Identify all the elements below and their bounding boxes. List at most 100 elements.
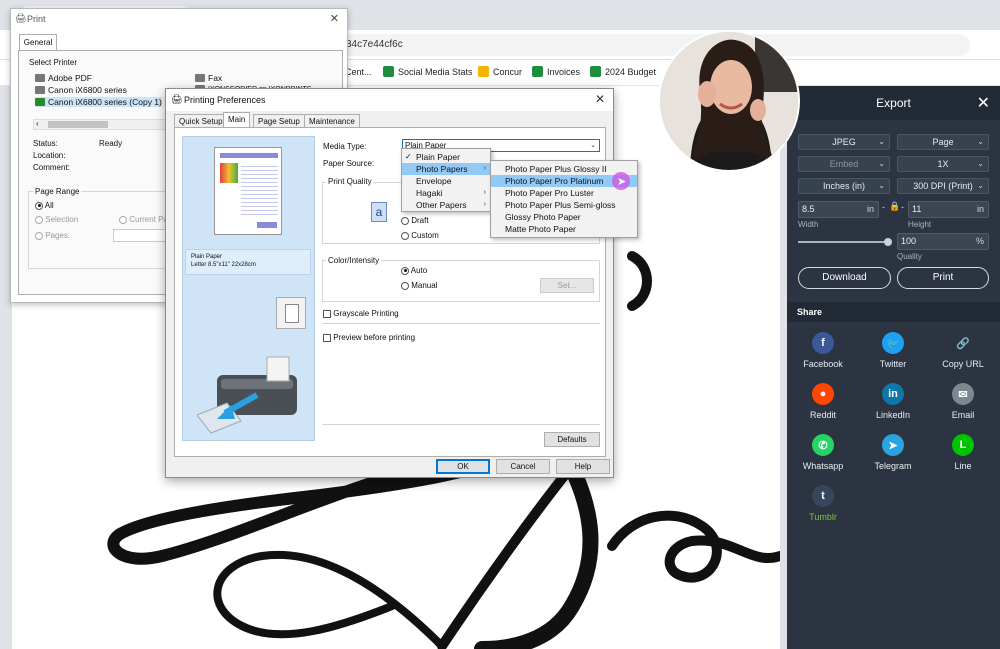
radio-button[interactable] — [401, 231, 409, 240]
share-tumblr-button[interactable]: t Tumblr — [793, 485, 853, 522]
tab-general[interactable]: General — [19, 34, 57, 51]
media-summary-type: Plain Paper — [191, 254, 223, 260]
color-manual-option[interactable]: Manual — [401, 281, 437, 290]
range-selection-option[interactable]: Selection — [35, 215, 78, 224]
pages-input[interactable] — [113, 229, 173, 242]
menu-item-envelope[interactable]: Envelope — [402, 175, 490, 187]
menu-item-hagaki[interactable]: Hagaki › — [402, 187, 490, 199]
divider — [322, 424, 600, 425]
quality-draft-option[interactable]: Draft — [401, 216, 429, 225]
radio-label: All — [44, 201, 54, 210]
checkbox[interactable] — [323, 333, 331, 342]
share-reddit-button[interactable]: ● Reddit — [793, 383, 853, 420]
submenu-item[interactable]: Matte Photo Paper — [491, 223, 637, 235]
close-icon[interactable]: ✕ — [595, 92, 605, 106]
close-icon[interactable]: ✕ — [330, 12, 339, 25]
set-button[interactable]: Set... — [540, 278, 594, 293]
share-whatsapp-button[interactable]: ✆ Whatsapp — [793, 434, 853, 471]
radio-button[interactable] — [35, 215, 43, 224]
lock-aspect-icon[interactable]: 🔒 — [889, 201, 900, 212]
height-input[interactable]: 11 in — [908, 201, 989, 218]
units-select[interactable]: Inches (in) ⌄ — [798, 178, 890, 194]
submenu-item-label: Photo Paper Pro Luster — [505, 188, 594, 198]
export-header: Export ✕ — [787, 86, 1000, 120]
preview-image — [220, 163, 238, 183]
defaults-button[interactable]: Defaults — [544, 432, 600, 447]
radio-button[interactable] — [35, 201, 43, 210]
submenu-item-label: Glossy Photo Paper — [505, 212, 581, 222]
print-button[interactable]: Print — [897, 267, 989, 289]
mouse-cursor-icon: ➤ — [617, 176, 627, 188]
share-email-button[interactable]: ✉ Email — [933, 383, 993, 420]
bookmark-item[interactable]: Invoices — [532, 66, 580, 77]
paper-icon — [285, 304, 299, 323]
dialog-titlebar: 🖨 Printing Preferences ✕ — [166, 89, 613, 111]
radio-button[interactable] — [35, 231, 43, 240]
tab-quick-setup[interactable]: Quick Setup — [174, 114, 228, 128]
address-bar[interactable]: 34c7e44cf6c — [330, 34, 970, 56]
print-dialog-title: Print — [27, 14, 46, 24]
link-icon: 🔗 — [952, 332, 974, 354]
preview-footer-bar — [257, 222, 277, 228]
share-twitter-button[interactable]: 🐦 Twitter — [863, 332, 923, 369]
bookmark-item[interactable]: Social Media Stats — [383, 66, 473, 77]
menu-item-plain-paper[interactable]: ✓ Plain Paper — [402, 151, 490, 163]
bookmark-label: Social Media Stats — [398, 66, 473, 77]
horizontal-scrollbar[interactable]: ‹ — [33, 119, 173, 130]
color-auto-option[interactable]: Auto — [401, 266, 427, 275]
printer-item-selected[interactable]: Canon iX6800 series (Copy 1) — [35, 97, 162, 107]
embed-select[interactable]: Embed ⌄ — [798, 156, 890, 172]
submenu-item[interactable]: Photo Paper Plus Semi-gloss — [491, 199, 637, 211]
tab-maintenance[interactable]: Maintenance — [304, 114, 360, 128]
format-select[interactable]: JPEG ⌄ — [798, 134, 890, 150]
menu-item-other-papers[interactable]: Other Papers › — [402, 199, 490, 211]
download-button[interactable]: Download — [798, 267, 891, 289]
share-telegram-button[interactable]: ➤ Telegram — [863, 434, 923, 471]
radio-button[interactable] — [401, 281, 409, 290]
share-linkedin-button[interactable]: in LinkedIn — [863, 383, 923, 420]
printer-item[interactable]: Adobe PDF — [35, 73, 92, 83]
close-icon[interactable]: ✕ — [977, 93, 990, 113]
tab-main[interactable]: Main — [223, 112, 251, 128]
radio-button[interactable] — [401, 266, 409, 275]
radio-button[interactable] — [401, 216, 409, 225]
menu-item-label: Envelope — [416, 176, 452, 186]
share-facebook-button[interactable]: f Facebook — [793, 332, 853, 369]
checkbox[interactable] — [323, 309, 331, 318]
grayscale-checkbox[interactable]: Grayscale Printing — [323, 309, 399, 318]
quality-slider-knob[interactable] — [884, 238, 892, 246]
scale-select[interactable]: 1X ⌄ — [897, 156, 989, 172]
printer-item[interactable]: Canon iX6800 series — [35, 85, 127, 95]
menu-item-photo-papers[interactable]: Photo Papers › — [402, 163, 490, 175]
share-line-button[interactable]: L Line — [933, 434, 993, 471]
scrollbar-thumb[interactable] — [48, 121, 108, 128]
width-input[interactable]: 8.5 in — [798, 201, 879, 218]
location-label: Location: — [33, 151, 66, 160]
quality-custom-option[interactable]: Custom — [401, 231, 439, 240]
submenu-item[interactable]: Photo Paper Pro Luster — [491, 187, 637, 199]
submenu-item[interactable]: Glossy Photo Paper — [491, 211, 637, 223]
dpi-select[interactable]: 300 DPI (Print) ⌄ — [897, 178, 989, 194]
tab-page-setup[interactable]: Page Setup — [253, 114, 305, 128]
share-label: Tumblr — [809, 512, 837, 522]
whatsapp-icon: ✆ — [812, 434, 834, 456]
page-select[interactable]: Page ⌄ — [897, 134, 989, 150]
fax-icon — [195, 74, 205, 82]
help-button[interactable]: Help — [556, 459, 610, 474]
share-copy-url-button[interactable]: 🔗 Copy URL — [933, 332, 993, 369]
range-all-option[interactable]: All — [35, 201, 54, 210]
radio-button[interactable] — [119, 215, 127, 224]
range-pages-option[interactable]: Pages: — [35, 231, 70, 240]
cancel-button[interactable]: Cancel — [496, 459, 550, 474]
printing-preferences-dialog: 🖨 Printing Preferences ✕ Quick Setup Mai… — [165, 88, 614, 478]
printer-item[interactable]: Fax — [195, 73, 222, 83]
bookmark-item[interactable]: 2024 Budget — [590, 66, 656, 77]
quality-input[interactable]: 100% — [897, 233, 989, 250]
ok-button[interactable]: OK — [436, 459, 490, 474]
preview-checkbox[interactable]: Preview before printing — [323, 333, 415, 342]
printer-icon — [35, 74, 45, 82]
bookmark-item[interactable]: Concur — [478, 66, 522, 77]
chevron-left-icon[interactable]: ‹ — [36, 119, 39, 128]
chevron-down-icon: ⌄ — [878, 137, 885, 146]
quality-slider-track[interactable] — [798, 238, 892, 246]
